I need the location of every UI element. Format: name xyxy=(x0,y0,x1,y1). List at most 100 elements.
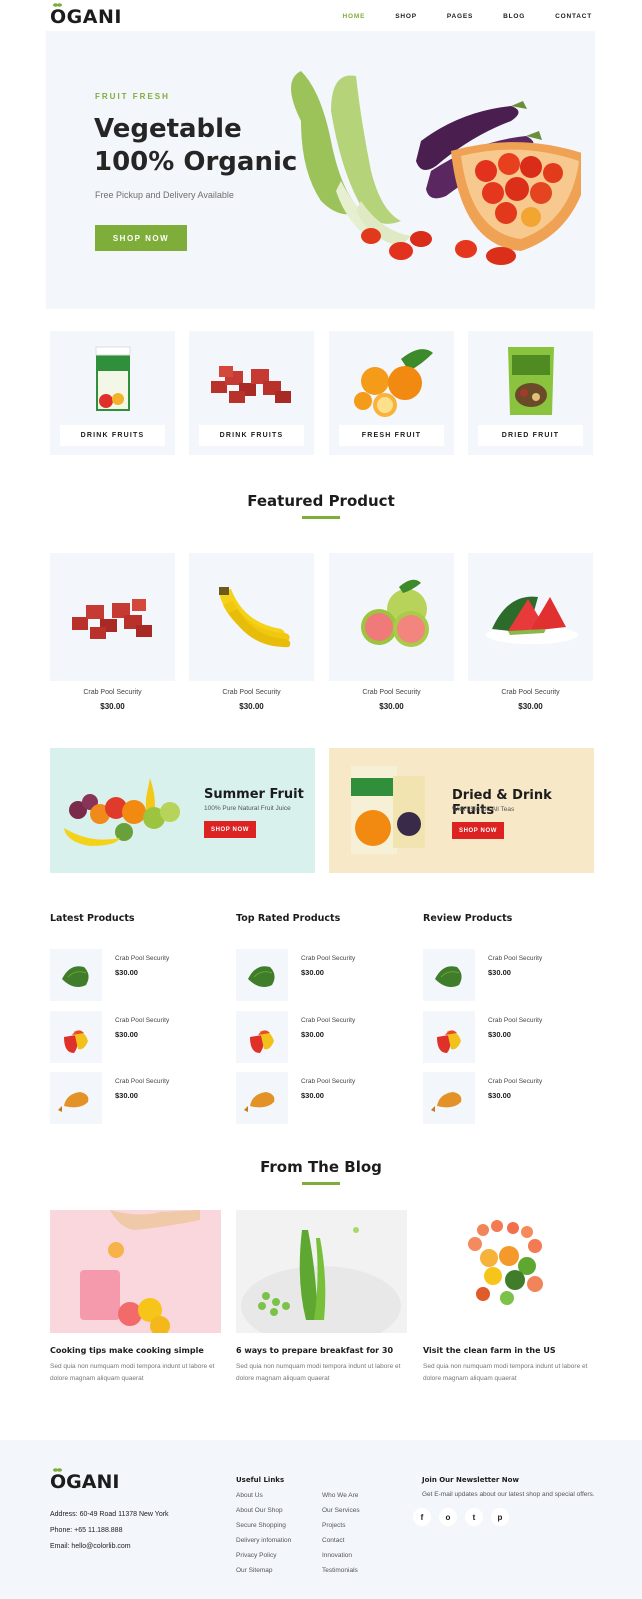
product-name[interactable]: Crab Pool Security xyxy=(50,689,175,696)
blog-post-title[interactable]: Cooking tips make cooking simple xyxy=(50,1346,204,1355)
product-thumb[interactable] xyxy=(50,1011,102,1063)
pinterest-icon[interactable]: p xyxy=(491,1508,509,1526)
instagram-icon[interactable]: o xyxy=(439,1508,457,1526)
product-thumb[interactable] xyxy=(423,949,475,1001)
product-name[interactable]: Crab Pool Security xyxy=(115,1078,169,1085)
blog-image-breakfast[interactable] xyxy=(236,1210,407,1333)
category-card-dried-fruit[interactable]: DRIED FRUIT xyxy=(468,331,593,455)
hero-banner: FRUIT FRESH Vegetable 100% Organic Free … xyxy=(46,31,595,309)
main-nav: HOME SHOP PAGES BLOG CONTACT xyxy=(313,13,593,20)
product-price: $30.00 xyxy=(301,1091,324,1100)
product-price: $30.00 xyxy=(301,968,324,977)
product-name[interactable]: Crab Pool Security xyxy=(115,1017,169,1024)
category-label: DRINK FRUITS xyxy=(199,425,304,446)
featured-product-card[interactable] xyxy=(468,553,593,681)
banner-shop-now-button[interactable]: SHOP NOW xyxy=(204,821,256,838)
logo[interactable]: OGANI xyxy=(50,3,122,28)
product-price: $30.00 xyxy=(115,1030,138,1039)
product-name[interactable]: Crab Pool Security xyxy=(301,1017,355,1024)
twitter-icon[interactable]: t xyxy=(465,1508,483,1526)
chicken-image xyxy=(244,1092,275,1112)
juice-box-image xyxy=(95,346,131,411)
product-price: $30.00 xyxy=(379,702,404,711)
nav-contact[interactable]: CONTACT xyxy=(555,13,592,20)
footer-link[interactable]: Our Sitemap xyxy=(236,1567,273,1574)
blog-post-title[interactable]: Visit the clean farm in the US xyxy=(423,1346,556,1355)
footer-link[interactable]: Delivery infomation xyxy=(236,1537,291,1544)
footer-phone: Phone: +65 11.188.888 xyxy=(50,1527,123,1534)
footer-link[interactable]: About Our Shop xyxy=(236,1507,283,1514)
nav-home[interactable]: HOME xyxy=(343,13,366,20)
blog-image-cooking[interactable] xyxy=(50,1210,221,1333)
product-thumb[interactable] xyxy=(236,1011,288,1063)
blog-title: From The Blog xyxy=(260,1158,382,1176)
banner-title: Summer Fruit xyxy=(204,787,304,802)
banner-subtitle: 100% Pure Natural Fruit Juice xyxy=(204,805,291,812)
product-thumb[interactable] xyxy=(236,949,288,1001)
product-name[interactable]: Crab Pool Security xyxy=(115,955,169,962)
category-card-drink-fruits[interactable]: DRINK FRUITS xyxy=(50,331,175,455)
category-label: FRESH FRUIT xyxy=(339,425,444,446)
footer-logo[interactable]: OGANI xyxy=(50,1468,119,1493)
product-price: $30.00 xyxy=(518,702,543,711)
footer-link[interactable]: Innovation xyxy=(322,1552,352,1559)
peas-image xyxy=(241,1227,401,1333)
product-thumb[interactable] xyxy=(50,1072,102,1124)
nav-blog[interactable]: BLOG xyxy=(503,13,525,20)
product-thumb[interactable] xyxy=(50,949,102,1001)
footer-link[interactable]: Privacy Policy xyxy=(236,1552,276,1559)
featured-product-card[interactable] xyxy=(189,553,314,681)
product-name[interactable]: Crab Pool Security xyxy=(189,689,314,696)
banner-subtitle: With 25% Off All Teas xyxy=(452,806,515,813)
footer-link[interactable]: Who We Are xyxy=(322,1492,358,1499)
blog-image-farm[interactable] xyxy=(423,1210,594,1333)
spinach-image xyxy=(62,966,89,987)
citrus-slices-image xyxy=(468,1220,543,1305)
category-card-drink-fruits-2[interactable]: DRINK FRUITS xyxy=(189,331,314,455)
footer-email[interactable]: Email: hello@colorlib.com xyxy=(50,1543,131,1550)
nav-shop[interactable]: SHOP xyxy=(395,13,417,20)
hero-shop-now-button[interactable]: SHOP NOW xyxy=(95,225,187,251)
featured-product-card[interactable] xyxy=(50,553,175,681)
product-thumb[interactable] xyxy=(423,1011,475,1063)
facebook-icon[interactable]: f xyxy=(413,1508,431,1526)
product-name[interactable]: Crab Pool Security xyxy=(488,955,542,962)
footer-link[interactable]: Our Services xyxy=(322,1507,360,1514)
product-name[interactable]: Crab Pool Security xyxy=(468,689,593,696)
newsletter-text: Get E-mail updates about our latest shop… xyxy=(422,1491,595,1498)
footer-link[interactable]: About Us xyxy=(236,1492,263,1499)
nav-pages[interactable]: PAGES xyxy=(447,13,473,20)
product-thumb[interactable] xyxy=(423,1072,475,1124)
footer-link[interactable]: Contact xyxy=(322,1537,344,1544)
product-name[interactable]: Crab Pool Security xyxy=(488,1017,542,1024)
footer-address: Address: 60-49 Road 11378 New York xyxy=(50,1511,169,1518)
blog-post-title[interactable]: 6 ways to prepare breakfast for 30 xyxy=(236,1346,393,1355)
blog-post-excerpt: Sed quia non numquam modi tempora indunt… xyxy=(423,1363,588,1382)
watermelon-image xyxy=(486,596,578,644)
product-name[interactable]: Crab Pool Security xyxy=(301,1078,355,1085)
footer-link[interactable]: Testimonials xyxy=(322,1567,358,1574)
footer-link[interactable]: Secure Shopping xyxy=(236,1522,286,1529)
category-card-fresh-fruit[interactable]: FRESH FRUIT xyxy=(329,331,454,455)
grapefruit-drink-image xyxy=(80,1210,200,1333)
product-thumb[interactable] xyxy=(236,1072,288,1124)
featured-product-card[interactable] xyxy=(329,553,454,681)
product-price: $30.00 xyxy=(488,968,511,977)
product-name[interactable]: Crab Pool Security xyxy=(301,955,355,962)
product-price: $30.00 xyxy=(239,702,264,711)
vegetables-image xyxy=(291,71,581,265)
dried-drink-banner[interactable]: Dried & Drink Fruits With 25% Off All Te… xyxy=(329,748,594,873)
product-price: $30.00 xyxy=(301,1030,324,1039)
banner-title: Dried & Drink Fruits xyxy=(452,788,552,818)
useful-links-title: Useful Links xyxy=(236,1476,285,1484)
product-price: $30.00 xyxy=(115,968,138,977)
title-underline xyxy=(302,516,340,519)
product-name[interactable]: Crab Pool Security xyxy=(488,1078,542,1085)
site-header: OGANI HOME SHOP PAGES BLOG CONTACT xyxy=(0,0,642,34)
footer-link[interactable]: Projects xyxy=(322,1522,345,1529)
product-price: $30.00 xyxy=(488,1091,511,1100)
summer-fruit-banner[interactable]: Summer Fruit 100% Pure Natural Fruit Jui… xyxy=(50,748,315,873)
banner-shop-now-button[interactable]: SHOP NOW xyxy=(452,822,504,839)
product-name[interactable]: Crab Pool Security xyxy=(329,689,454,696)
chicken-image xyxy=(58,1092,89,1112)
